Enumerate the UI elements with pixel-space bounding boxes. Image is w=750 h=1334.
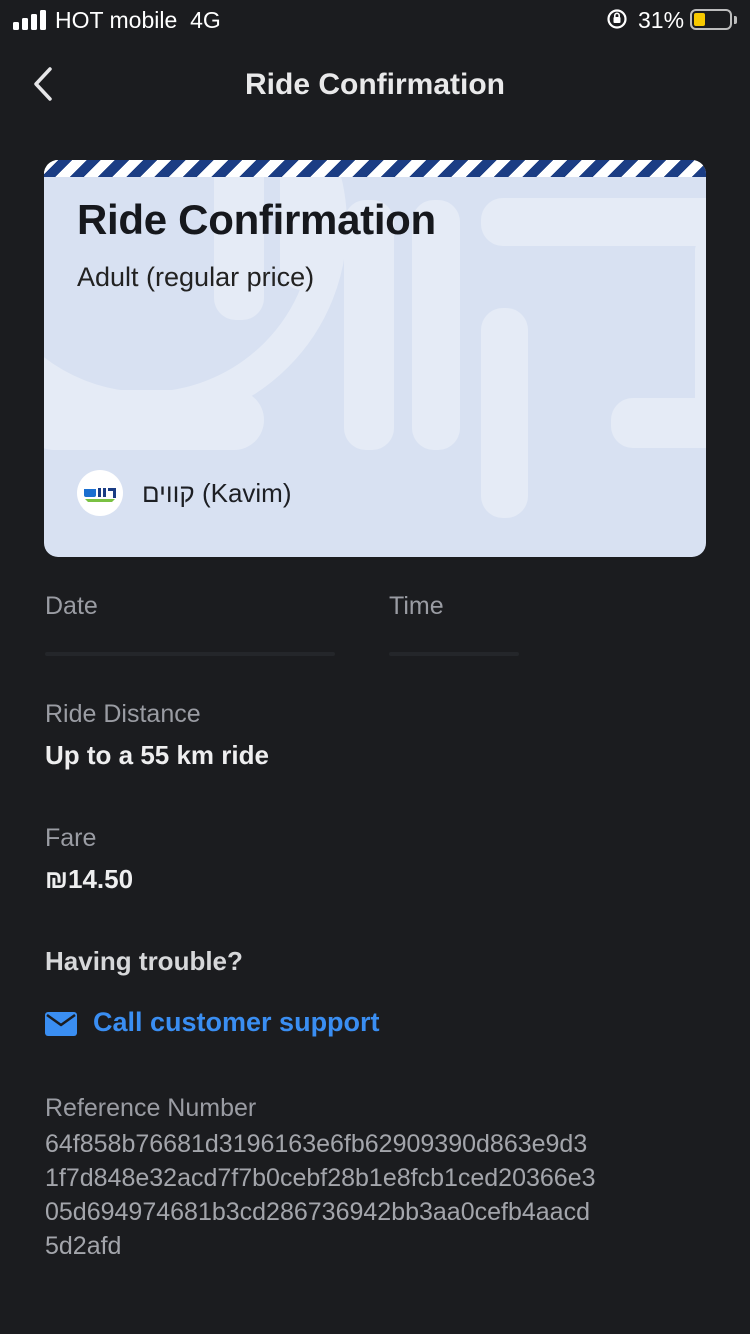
network-type: 4G (190, 7, 221, 33)
time-value-hidden (389, 652, 519, 656)
distance-label: Ride Distance (45, 700, 201, 728)
reference-line: 64f858b76681d3196163e6fb62909390d863e9d3 (45, 1130, 588, 1158)
reference-line: 05d694974681b3cd286736942bb3aa0cefb4aacd (45, 1198, 590, 1226)
fare-label: Fare (45, 824, 97, 852)
battery-percent: 31% (638, 7, 685, 33)
battery-nub (734, 16, 737, 24)
date-value-hidden (45, 652, 335, 656)
operator-name: קווים (Kavim) (142, 478, 292, 508)
ticket-stripe-border (44, 160, 706, 177)
time-label: Time (389, 592, 444, 620)
fare-value: ₪14.50 (45, 864, 134, 894)
trouble-heading: Having trouble? (45, 946, 243, 976)
mail-icon (45, 1012, 77, 1036)
reference-label: Reference Number (45, 1094, 257, 1122)
orientation-lock-icon (607, 9, 627, 29)
reference-number: 64f858b76681d3196163e6fb62909390d863e9d3… (45, 1127, 725, 1263)
call-support-label[interactable]: Call customer support (93, 1007, 380, 1038)
kavim-logo-icon (77, 470, 123, 516)
nav-bar: Ride Confirmation (0, 48, 750, 124)
carrier-name: HOT mobile (55, 7, 178, 33)
battery-level (694, 13, 705, 26)
battery-icon (690, 9, 732, 30)
reference-line: 1f7d848e32acd7f7b0cebf28b1e8fcb1ced20366… (45, 1164, 596, 1192)
date-label: Date (45, 592, 98, 620)
ticket-title: Ride Confirmation (77, 196, 436, 243)
ticket-type: Adult (regular price) (77, 262, 315, 292)
page-title: Ride Confirmation (245, 68, 505, 101)
ticket-card: Ride Confirmation Adult (regular price) … (44, 160, 706, 557)
status-bar: HOT mobile 4G 31% (0, 0, 750, 42)
distance-value: Up to a 55 km ride (45, 740, 269, 770)
signal-icon (13, 10, 49, 30)
reference-line: 5d2afd (45, 1232, 122, 1260)
carrier-label: HOT mobile 4G (55, 7, 221, 34)
